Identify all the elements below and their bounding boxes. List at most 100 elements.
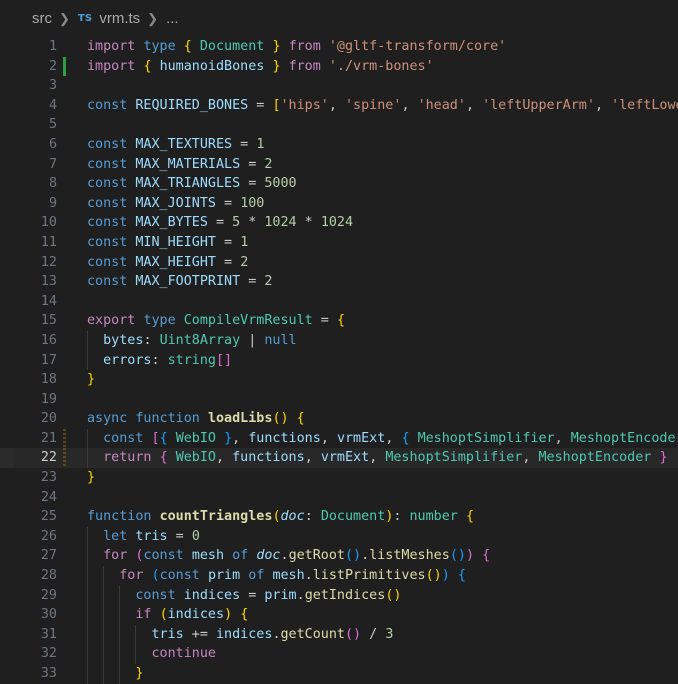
code-line[interactable]: 6 const MAX_TEXTURES = 1 <box>0 135 678 155</box>
code-text[interactable]: import { humanoidBones } from './vrm-bon… <box>87 57 434 77</box>
code-token: ( <box>151 568 160 584</box>
code-line[interactable]: 29 const indices = prim.getIndices() <box>0 585 678 606</box>
code-editor[interactable]: 1 import type { Document } from '@gltf-tr… <box>0 37 678 684</box>
line-number: 14 <box>40 293 57 309</box>
code-text[interactable]: export type CompileVrmResult = { <box>87 311 345 331</box>
code-text[interactable]: tris += indices.getCount() / 3 <box>87 624 393 645</box>
code-line[interactable]: 28 for (const prim of mesh.listPrimitive… <box>0 566 678 586</box>
code-token: prim <box>207 568 241 584</box>
code-line[interactable]: 11 const MIN_HEIGHT = 1 <box>0 233 678 253</box>
code-line[interactable]: 23} <box>0 468 678 488</box>
code-token: humanoidBones <box>159 58 265 74</box>
code-line[interactable]: 13 const MAX_FOOTPRINT = 2 <box>0 272 678 292</box>
code-text[interactable]: const MAX_HEIGHT = 2 <box>87 253 248 273</box>
indent-guide <box>135 644 137 664</box>
code-text[interactable]: import type { Document } from '@gltf-tra… <box>87 37 506 57</box>
code-text[interactable]: bytes: Uint8Array | null <box>87 330 297 351</box>
code-text[interactable]: continue <box>87 644 216 664</box>
code-token: 2 <box>240 254 249 270</box>
breadcrumb-file[interactable]: vrm.ts <box>99 10 140 27</box>
git-added-marker[interactable] <box>63 56 66 77</box>
code-token: for <box>103 548 128 564</box>
code-text[interactable]: const MAX_MATERIALS = 2 <box>87 155 272 175</box>
code-line[interactable]: 15 export type CompileVrmResult = { <box>0 311 678 331</box>
code-token: { <box>240 607 249 623</box>
code-text[interactable]: const [{ WebIO }, functions, vrmExt, { M… <box>87 428 678 449</box>
git-modified-marker[interactable] <box>63 428 66 449</box>
line-number: 1 <box>48 39 57 54</box>
code-token: loadLibs <box>207 411 273 427</box>
code-text[interactable]: } <box>87 468 95 488</box>
code-line[interactable]: 16 bytes: Uint8Array | null <box>0 330 678 351</box>
code-line[interactable]: 2 import { humanoidBones } from './vrm-bo… <box>0 56 678 77</box>
code-text[interactable]: } <box>87 370 95 390</box>
code-text[interactable]: const MAX_JOINTS = 100 <box>87 194 264 214</box>
indent-guide <box>87 330 88 351</box>
code-line[interactable]: 31 tris += indices.getCount() / 3 <box>0 624 678 645</box>
code-line[interactable]: 14 <box>0 292 678 312</box>
code-line[interactable]: 24 <box>0 488 678 508</box>
code-text[interactable]: return { WebIO, functions, vrmExt, Mesho… <box>87 448 668 469</box>
breadcrumb-symbol[interactable]: ... <box>166 10 179 27</box>
code-token: listMeshes <box>369 548 450 564</box>
code-line[interactable]: 33 } <box>0 664 678 684</box>
code-text[interactable]: const MAX_FOOTPRINT = 2 <box>87 272 272 292</box>
code-text[interactable]: async function loadLibs() { <box>87 409 305 429</box>
code-text[interactable]: let tris = 0 <box>87 526 200 547</box>
code-token: . <box>280 548 289 564</box>
code-text[interactable]: for (const mesh of doc.getRoot().listMes… <box>87 546 490 567</box>
code-token: = <box>216 195 241 211</box>
code-line[interactable]: 8 const MAX_TRIANGLES = 5000 <box>0 174 678 194</box>
code-line[interactable]: 21 const [{ WebIO }, functions, vrmExt, … <box>0 428 678 449</box>
code-line[interactable]: 18} <box>0 370 678 390</box>
code-text[interactable]: for (const prim of mesh.listPrimitives()… <box>87 566 466 586</box>
indent-guide <box>87 624 88 645</box>
code-token: MIN_HEIGHT <box>135 234 216 250</box>
code-token: '@gltf-transform/core' <box>328 39 507 54</box>
code-line[interactable]: 4 const REQUIRED_BONES = ['hips', 'spine'… <box>0 96 678 116</box>
code-line[interactable]: 32 continue <box>0 644 678 664</box>
code-token: const <box>87 136 128 152</box>
code-text[interactable]: const REQUIRED_BONES = ['hips', 'spine',… <box>87 96 678 116</box>
code-line[interactable]: 26 let tris = 0 <box>0 526 678 547</box>
code-line[interactable]: 7 const MAX_MATERIALS = 2 <box>0 155 678 175</box>
code-line[interactable]: 9 const MAX_JOINTS = 100 <box>0 194 678 214</box>
code-text[interactable]: const indices = prim.getIndices() <box>87 585 401 606</box>
code-text[interactable]: function countTriangles(doc: Document): … <box>87 507 474 527</box>
code-text[interactable]: } <box>87 664 143 684</box>
line-number: 15 <box>40 313 57 329</box>
code-line[interactable]: 3 <box>0 76 678 96</box>
indent-guide <box>103 566 105 586</box>
breadcrumb-folder[interactable]: src <box>32 10 52 27</box>
code-line[interactable]: 20 async function loadLibs() { <box>0 409 678 429</box>
code-line[interactable]: 27 for (const mesh of doc.getRoot().list… <box>0 546 678 567</box>
code-line[interactable]: 10 const MAX_BYTES = 5 * 1024 * 1024 <box>0 213 678 233</box>
code-token: { <box>159 450 168 466</box>
code-line[interactable]: 25 function countTriangles(doc: Document)… <box>0 507 678 527</box>
code-text[interactable]: const MAX_TEXTURES = 1 <box>87 135 264 155</box>
code-line[interactable]: 17 errors: string[] <box>0 350 678 371</box>
code-line[interactable]: 12 const MAX_HEIGHT = 2 <box>0 253 678 273</box>
line-number: 25 <box>40 509 57 525</box>
code-token: 'hips' <box>280 97 329 113</box>
code-text[interactable]: if (indices) { <box>87 605 248 625</box>
code-line[interactable]: 30 if (indices) { <box>0 605 678 625</box>
code-token: } <box>87 372 96 388</box>
line-number: 19 <box>40 391 57 407</box>
code-text[interactable]: const MAX_BYTES = 5 * 1024 * 1024 <box>87 213 353 233</box>
code-token: 1 <box>240 234 249 250</box>
code-line[interactable]: 22 return { WebIO, functions, vrmExt, Me… <box>0 448 678 469</box>
code-line[interactable]: 19 <box>0 390 678 410</box>
git-modified-marker[interactable] <box>63 448 66 469</box>
code-token: async <box>87 411 128 427</box>
code-text[interactable]: errors: string[] <box>87 350 232 371</box>
code-line[interactable]: 1 import type { Document } from '@gltf-tr… <box>0 37 678 57</box>
code-text[interactable]: const MAX_TRIANGLES = 5000 <box>87 174 297 194</box>
code-line[interactable]: 5 <box>0 115 678 135</box>
code-token: } <box>135 666 144 681</box>
code-text[interactable]: const MIN_HEIGHT = 1 <box>87 233 248 253</box>
